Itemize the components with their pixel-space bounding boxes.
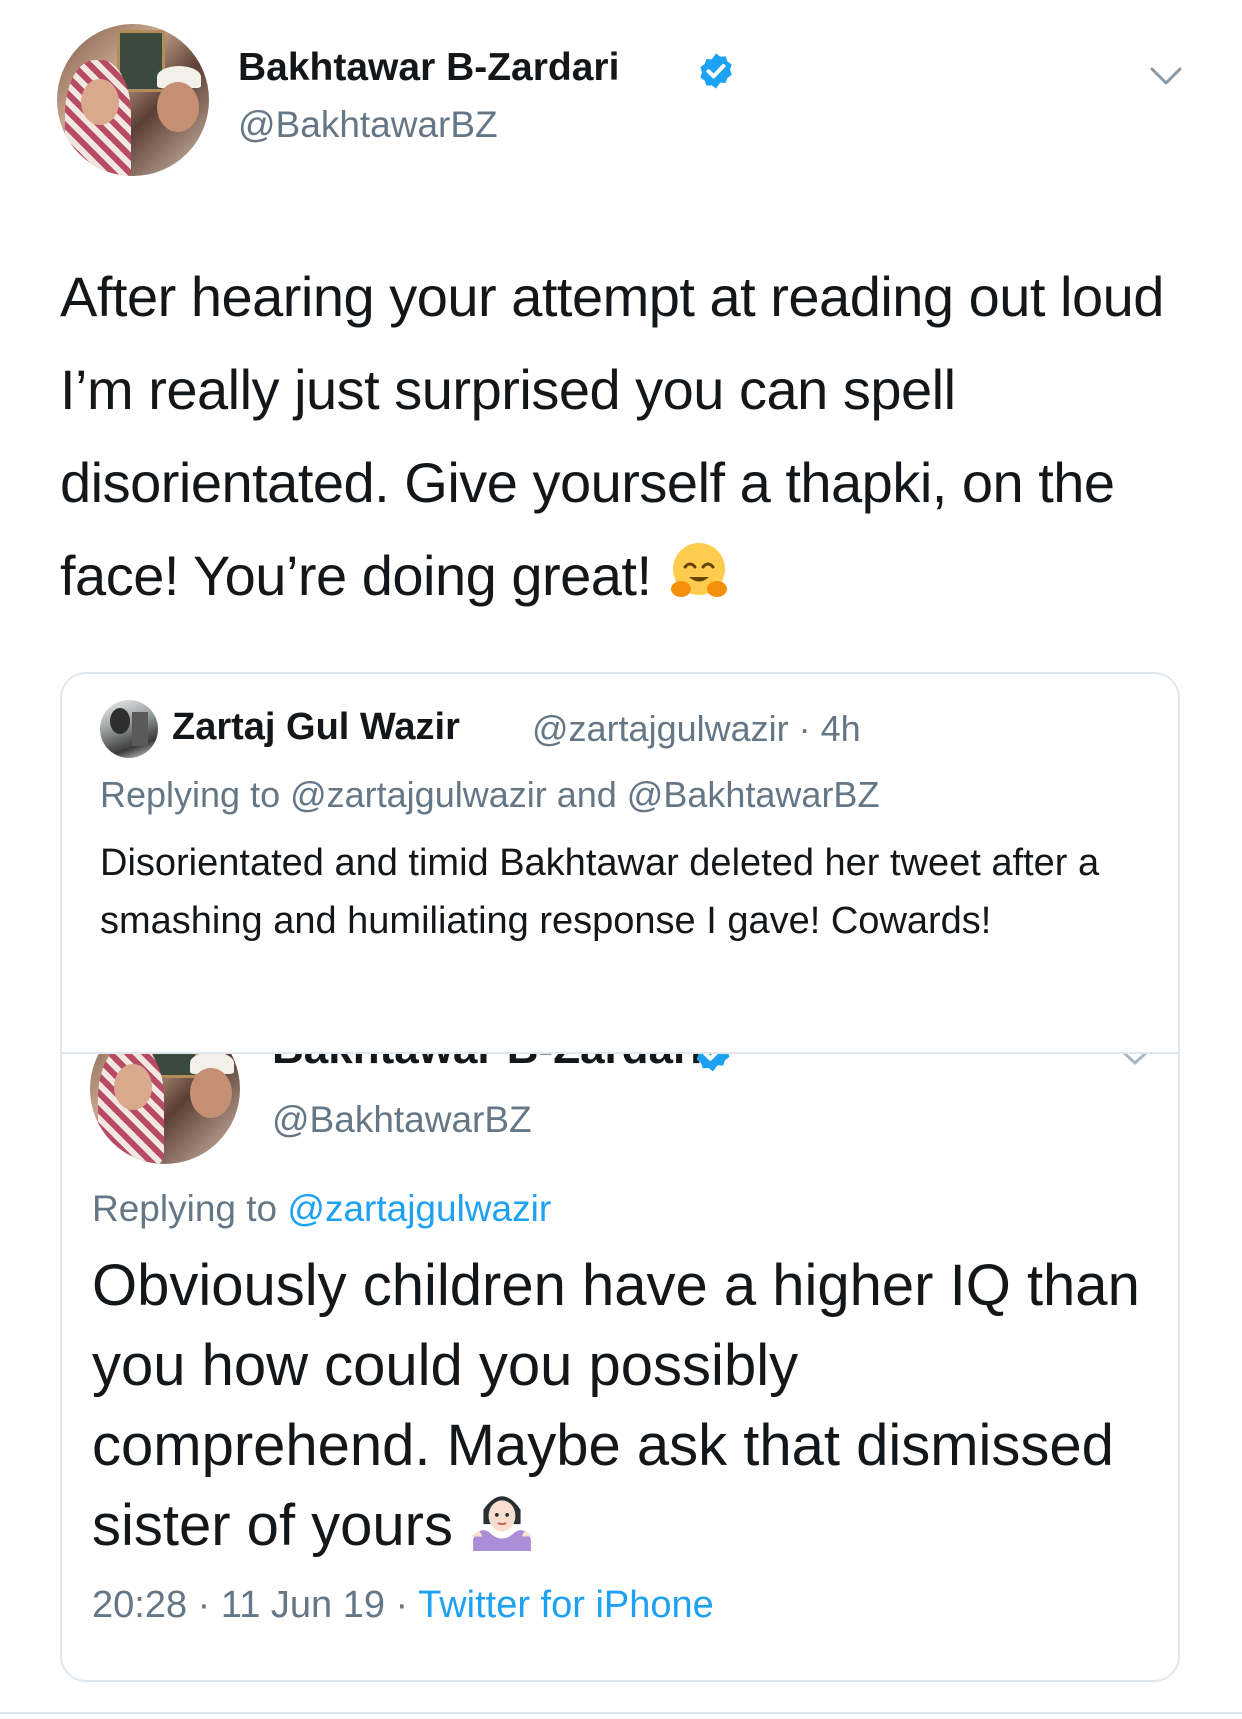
author-handle[interactable]: @BakhtawarBZ <box>238 104 498 146</box>
quoted-avatar-figure <box>110 708 130 734</box>
tweet-text: After hearing your attempt at reading ou… <box>60 250 1180 630</box>
meta-separator: · <box>798 708 811 749</box>
quoted-author-handle[interactable]: @zartajgulwazir <box>532 708 789 749</box>
embedded-replying-label: Replying to <box>92 1188 278 1229</box>
quoted-author-avatar[interactable] <box>100 700 158 758</box>
divider <box>0 1712 1242 1714</box>
quoted-author-meta: @zartajgulwazir · 4h <box>532 708 861 750</box>
quoted-tweet-text: Disorientated and timid Bakhtawar delete… <box>100 842 1100 942</box>
author-avatar[interactable] <box>57 24 209 176</box>
embedded-tweet-time: 20:28 <box>92 1584 188 1626</box>
embedded-tweet-image[interactable]: Bakhtawar B-Zardari @BakhtawarBZ Replyin… <box>62 1052 1178 1680</box>
embedded-chevron-down-icon <box>1120 1054 1150 1066</box>
avatar-face-left <box>81 79 119 125</box>
tweet-text-body: After hearing your attempt at reading ou… <box>60 265 1164 607</box>
avatar-face-left <box>114 1064 152 1110</box>
footer-separator: · <box>197 1584 211 1626</box>
embedded-replying-to: Replying to @zartajgulwazir <box>92 1188 551 1230</box>
quoted-author-name[interactable]: Zartaj Gul Wazir <box>172 706 460 749</box>
quoted-replying-to: Replying to @zartajgulwazir and @Bakhtaw… <box>100 774 880 815</box>
quoted-tweet-card[interactable]: Zartaj Gul Wazir @zartajgulwazir · 4h Re… <box>60 672 1180 1682</box>
embedded-tweet-text: Obviously children have a higher IQ than… <box>92 1246 1152 1574</box>
embedded-author-name: Bakhtawar B-Zardari <box>272 1054 702 1074</box>
hugging-face-emoji-icon <box>667 537 731 630</box>
embedded-author-avatar <box>90 1054 240 1164</box>
embedded-replying-mention: @zartajgulwazir <box>287 1188 552 1229</box>
person-shrugging-emoji-icon <box>469 1487 535 1574</box>
verified-badge-icon <box>696 51 736 91</box>
embedded-author-handle: @BakhtawarBZ <box>272 1099 532 1140</box>
quoted-avatar-figure-2 <box>132 712 148 746</box>
footer-separator-2: · <box>395 1584 409 1626</box>
quoted-tweet-header: Zartaj Gul Wazir @zartajgulwazir · 4h <box>100 700 1160 758</box>
avatar-face-right <box>190 1068 232 1118</box>
embedded-tweet-text-body: Obviously children have a higher IQ than… <box>92 1253 1140 1558</box>
author-name[interactable]: Bakhtawar B-Zardari <box>238 46 619 90</box>
chevron-down-icon[interactable] <box>1148 64 1184 88</box>
avatar-face-right <box>157 82 199 132</box>
quoted-tweet-time: 4h <box>820 708 861 749</box>
embedded-tweet-source: Twitter for iPhone <box>418 1584 714 1626</box>
embedded-tweet-footer: 20:28 · 11 Jun 19 · Twitter for iPhone <box>92 1584 714 1627</box>
embedded-verified-badge-icon <box>692 1054 734 1074</box>
embedded-tweet-date: 11 Jun 19 <box>220 1584 385 1626</box>
